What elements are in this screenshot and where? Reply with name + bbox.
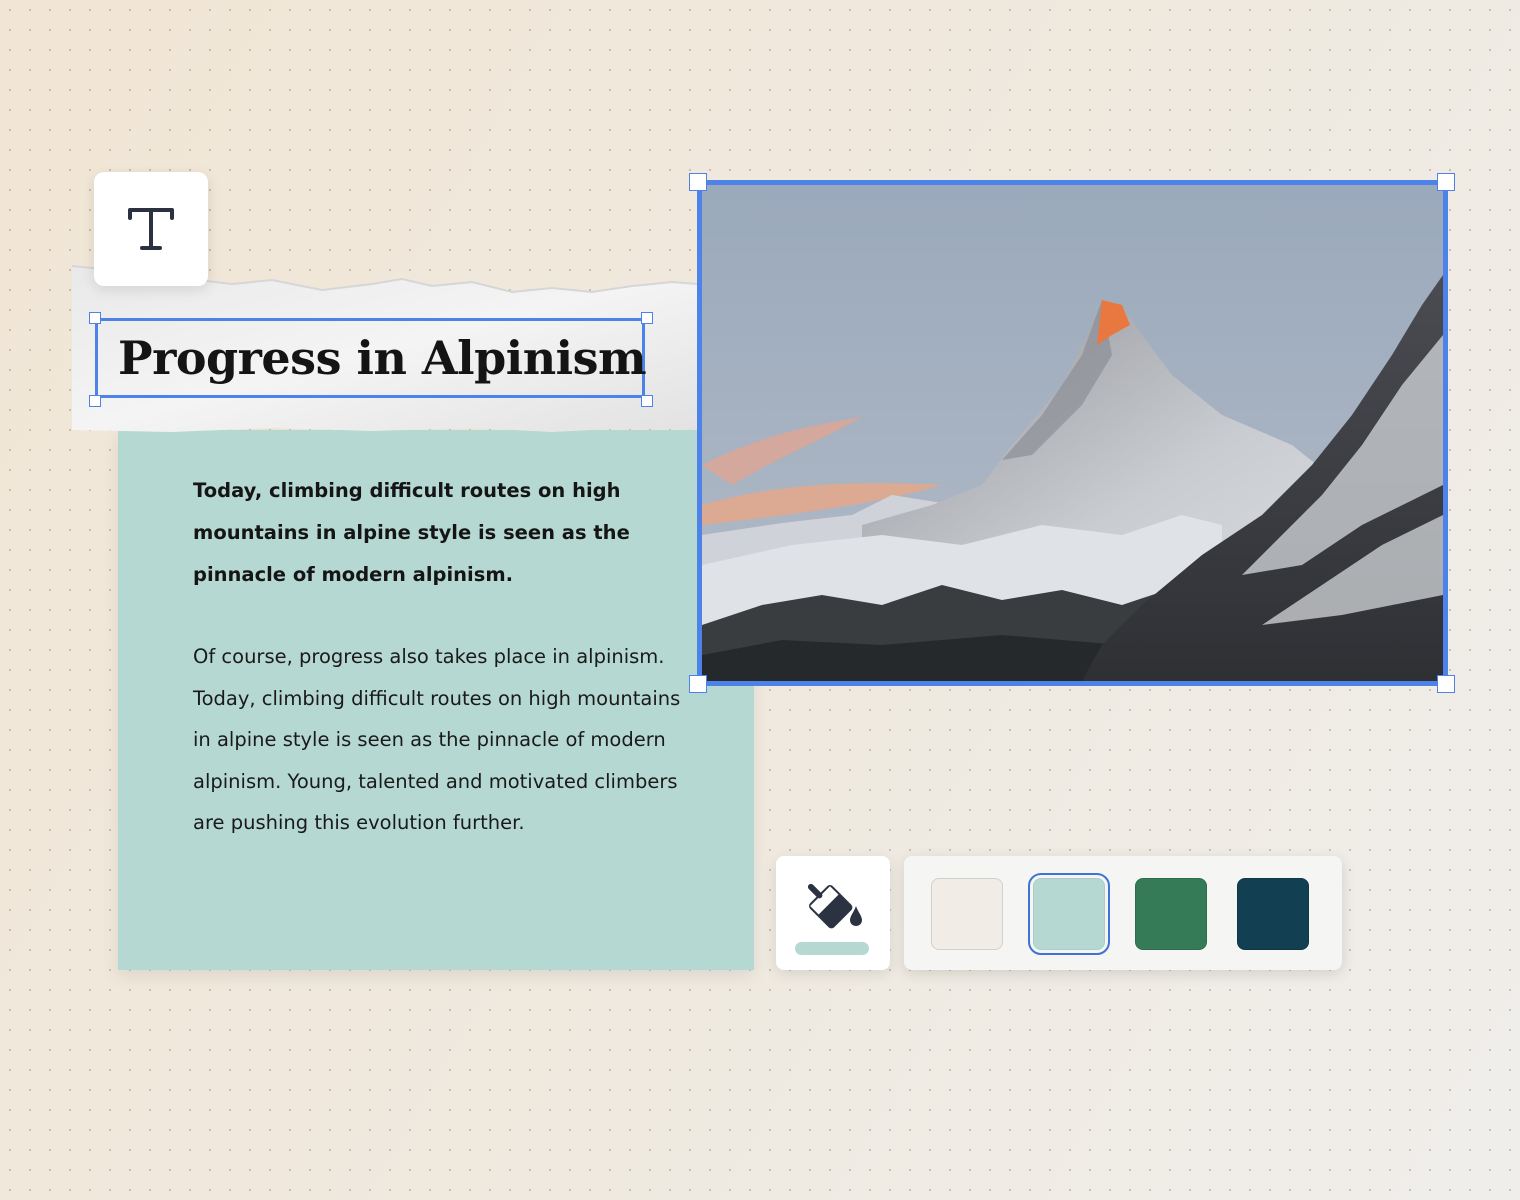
- image-resize-handle-bottom-left[interactable]: [689, 675, 707, 693]
- image-resize-handle-bottom-right[interactable]: [1437, 675, 1455, 693]
- title-resize-handle-top-left[interactable]: [89, 312, 101, 324]
- image-resize-handle-top-right[interactable]: [1437, 173, 1455, 191]
- swatch-mint[interactable]: [1028, 873, 1110, 955]
- text-tool-button[interactable]: [94, 172, 208, 286]
- swatch-navy[interactable]: [1237, 878, 1309, 950]
- title-resize-handle-bottom-right[interactable]: [641, 395, 653, 407]
- lead-paragraph[interactable]: Today, climbing difficult routes on high…: [193, 470, 673, 596]
- swatch-green[interactable]: [1135, 878, 1207, 950]
- mountain-image[interactable]: [697, 180, 1448, 686]
- body-paragraph[interactable]: Of course, progress also takes place in …: [193, 636, 703, 844]
- text-tool-icon: [128, 208, 174, 250]
- fill-color-button[interactable]: [776, 856, 890, 970]
- current-fill-color: [795, 942, 869, 955]
- title-resize-handle-top-right[interactable]: [641, 312, 653, 324]
- page-title: Progress in Alpinism: [118, 331, 647, 385]
- mountain-photo: [702, 185, 1443, 681]
- swatch-cream[interactable]: [931, 878, 1003, 950]
- image-resize-handle-top-left[interactable]: [689, 173, 707, 191]
- title-text-box[interactable]: Progress in Alpinism: [95, 318, 647, 398]
- title-resize-handle-bottom-left[interactable]: [89, 395, 101, 407]
- paint-bucket-icon: [807, 883, 862, 929]
- color-palette: [904, 856, 1342, 970]
